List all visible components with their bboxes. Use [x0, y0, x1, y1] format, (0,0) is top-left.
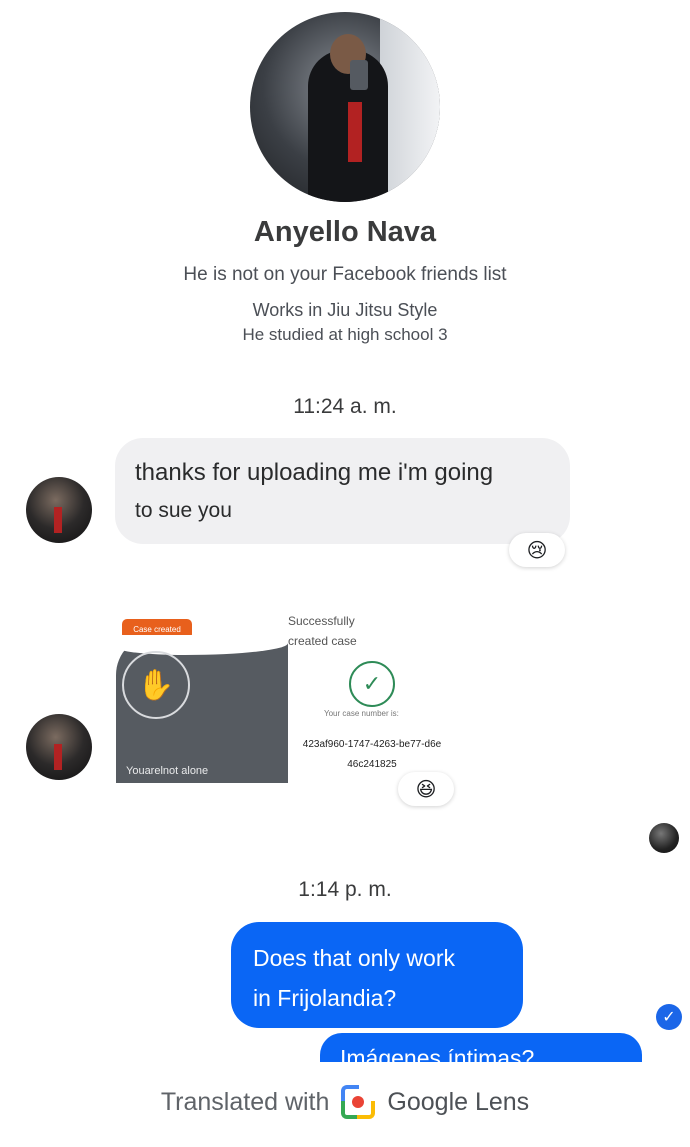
profile-name[interactable]: Anyello Nava: [0, 216, 690, 249]
sender-avatar[interactable]: [26, 477, 92, 543]
photo-phone: [350, 60, 368, 90]
image-attachment[interactable]: Case created ✋ Youarelnot alone Successf…: [112, 605, 452, 785]
sender-avatar[interactable]: [26, 714, 92, 780]
success-text: Successfully created case: [288, 614, 357, 648]
friend-status: He is not on your Facebook friends list: [183, 264, 507, 285]
profile-photo[interactable]: [250, 12, 440, 202]
message-timestamp: 1:14 p. m.: [298, 878, 392, 901]
translation-footer: Translated with Google Lens: [0, 1085, 690, 1119]
photo-background: [380, 12, 440, 202]
message-text-line: Does that only work: [253, 945, 455, 971]
checkmark-icon: ✓: [349, 661, 395, 707]
case-number-label: Your case number is:: [324, 709, 399, 718]
read-receipt-avatar: [649, 823, 679, 853]
photo-shirt-stripe: [348, 102, 362, 162]
profile-work: Works in Jiu Jitsu Style: [252, 300, 438, 320]
card-wave: [116, 635, 288, 655]
message-text-line: thanks for uploading me i'm going: [135, 459, 494, 486]
message-text-line: to sue you: [135, 499, 232, 522]
not-alone-text: Youarelnot alone: [126, 765, 209, 777]
laughing-reaction-icon[interactable]: 😆: [398, 772, 454, 806]
crying-reaction-icon[interactable]: 😢: [509, 533, 565, 567]
incoming-message-bubble[interactable]: thanks for uploading me i'm going to sue…: [115, 438, 570, 544]
helping-hands-icon: ✋: [122, 651, 190, 719]
footer-brand: Google Lens: [387, 1087, 530, 1116]
profile-education: He studied at high school 3: [242, 325, 448, 344]
message-timestamp: 11:24 a. m.: [293, 395, 397, 418]
case-number: 423af960-1747-4263-be77-d6e 46c241825: [302, 739, 442, 770]
message-text-line: in Frijolandia?: [253, 985, 397, 1011]
outgoing-message-bubble[interactable]: Does that only work in Frijolandia?: [231, 922, 523, 1028]
google-lens-icon: [341, 1085, 376, 1119]
footer-prefix: Translated with: [160, 1087, 330, 1116]
check-circle-icon: ✓: [656, 1004, 682, 1030]
